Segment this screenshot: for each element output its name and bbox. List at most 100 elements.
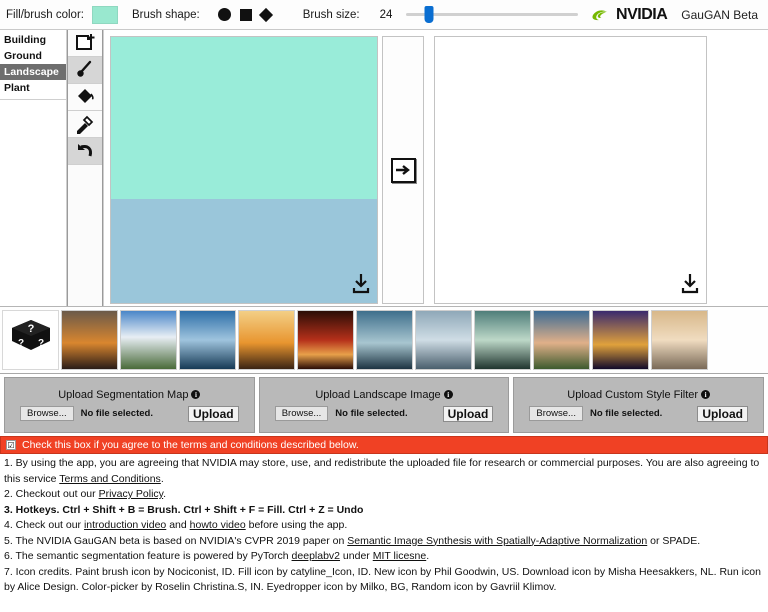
brush-shape-diamond-icon[interactable] [258,7,273,22]
output-canvas[interactable] [434,36,707,304]
eyedropper-button[interactable] [68,111,102,138]
file-status-label: No file selected. [80,408,153,419]
sidebar-item-building[interactable]: Building [0,32,66,48]
browse-button[interactable]: Browse... [529,406,583,421]
fill-bucket-button[interactable] [68,84,102,111]
terms-item-2: 2. Checkout out our Privacy Policy. [4,487,764,503]
undo-icon [78,144,93,157]
tool-palette [67,30,103,306]
howto-video-link[interactable]: howto video [190,519,246,531]
style-thumbnail[interactable] [297,310,354,370]
terms-item-4-text: 4. Check out our [4,519,84,531]
paint-brush-button[interactable] [68,57,102,84]
category-divider [0,99,67,100]
random-dice-icon: ? ? ? [11,320,50,350]
upload-segmentation-map-panel: Upload Segmentation Map i Browse... No f… [4,377,255,433]
info-icon[interactable]: i [443,390,453,399]
fill-brush-color-swatch[interactable] [91,5,118,24]
upload-controls: Browse... No file selected. Upload [274,405,494,422]
deeplabv2-link[interactable]: deeplabv2 [292,550,340,562]
style-thumbnail[interactable] [61,310,118,370]
download-output-button[interactable] [680,273,700,298]
brush-size-slider[interactable] [406,5,579,25]
privacy-policy-link[interactable]: Privacy Policy [99,488,164,500]
upload-panel-title: Upload Segmentation Map i [58,388,201,401]
slider-thumb[interactable] [424,6,434,23]
upload-controls: Browse... No file selected. Upload [529,405,748,422]
spade-paper-link[interactable]: Semantic Image Synthesis with Spatially-… [347,535,647,547]
style-thumbnail[interactable] [120,310,177,370]
info-icon[interactable]: i [701,390,711,399]
upload-landscape-image-panel: Upload Landscape Image i Browse... No fi… [258,377,510,433]
style-thumbnail[interactable] [356,310,413,370]
brush-shape-square-icon[interactable] [239,8,252,21]
style-thumbnail[interactable] [651,310,708,370]
download-icon [681,274,699,294]
file-status-label: No file selected. [589,408,663,419]
info-icon[interactable]: i [191,390,201,399]
style-thumbnail[interactable] [415,310,472,370]
terms-and-conditions-link[interactable]: Terms and Conditions [59,473,161,485]
terms-item-5-tail: or SPADE. [647,534,701,547]
terms-checkbox[interactable]: ☑ [6,440,16,450]
mit-license-link[interactable]: MIT licesne [373,550,427,562]
terms-item-6-mid: under [340,550,373,562]
svg-text:?: ? [17,338,23,349]
terms-item-6: 6. The semantic segmentation feature is … [4,549,764,565]
browse-button[interactable]: Browse... [20,406,74,421]
segmentation-canvas[interactable] [110,36,378,304]
terms-item-1: 1. By using the app, you are agreeing th… [4,456,764,487]
file-status-label: No file selected. [335,408,408,419]
new-canvas-button[interactable] [68,30,102,57]
main-work-area: Building Ground Landscape Plant [0,30,768,307]
download-icon [352,274,370,294]
eyedropper-icon [77,115,94,134]
run-button[interactable] [390,157,416,183]
sidebar-item-landscape[interactable]: Landscape [0,64,67,80]
introduction-video-link[interactable]: introduction video [84,519,166,531]
nvidia-wordmark: NVIDIA [616,5,668,23]
brush-shape-label: Brush shape: [131,8,200,21]
left-panel: Building Ground Landscape Plant [0,30,104,306]
terms-item-2-text: 2. Checkout out our [4,488,99,500]
style-thumbnail[interactable] [474,310,531,370]
upload-panel-title: Upload Custom Style Filter i [567,388,711,401]
terms-item-1-tail: . [160,472,164,485]
random-style-button[interactable]: ? ? ? [2,310,59,370]
svg-text:?: ? [27,323,34,335]
sidebar-item-ground[interactable]: Ground [0,48,66,64]
run-panel [382,36,424,304]
style-thumbnail[interactable] [533,310,590,370]
upload-button[interactable]: Upload [697,405,748,422]
fill-bucket-icon [78,89,94,103]
terms-banner-text: Check this box if you agree to the terms… [22,439,359,451]
browse-button[interactable]: Browse... [274,406,329,421]
download-segmentation-button[interactable] [351,273,371,298]
style-thumbnail[interactable] [238,310,295,370]
terms-item-6-text: 6. The semantic segmentation feature is … [4,550,292,562]
brush-size-label: Brush size: [302,8,360,21]
terms-agreement-banner[interactable]: ☑ Check this box if you agree to the ter… [0,436,768,454]
sidebar-item-plant[interactable]: Plant [0,80,66,96]
new-canvas-icon [76,34,95,50]
output-canvas-container [424,30,707,306]
paint-brush-icon [77,60,92,77]
style-thumbnail[interactable] [592,310,649,370]
branding: NVIDIA GauGAN Beta [591,6,762,24]
category-list: Building Ground Landscape Plant [0,30,68,306]
segment-sea[interactable] [111,199,377,303]
upload-button[interactable]: Upload [442,405,494,422]
terms-item-4: 4. Check out our introduction video and … [4,518,764,534]
terms-item-6-tail: . [426,550,430,562]
upload-panel-title: Upload Landscape Image i [315,389,453,401]
terms-item-7-icon-credits: 7. Icon credits. Paint brush icon by Noc… [4,565,761,594]
upload-title-text: Upload Segmentation Map [58,388,189,401]
style-thumbnail[interactable] [179,310,236,370]
segment-sky[interactable] [111,37,377,200]
upload-button[interactable]: Upload [187,405,239,422]
app-name: GauGAN Beta [681,7,758,22]
brush-shape-circle-icon[interactable] [217,8,231,21]
undo-button[interactable] [68,138,102,165]
terms-item-4-tail: before using the app. [245,519,348,531]
upload-title-text: Upload Custom Style Filter [567,388,699,401]
